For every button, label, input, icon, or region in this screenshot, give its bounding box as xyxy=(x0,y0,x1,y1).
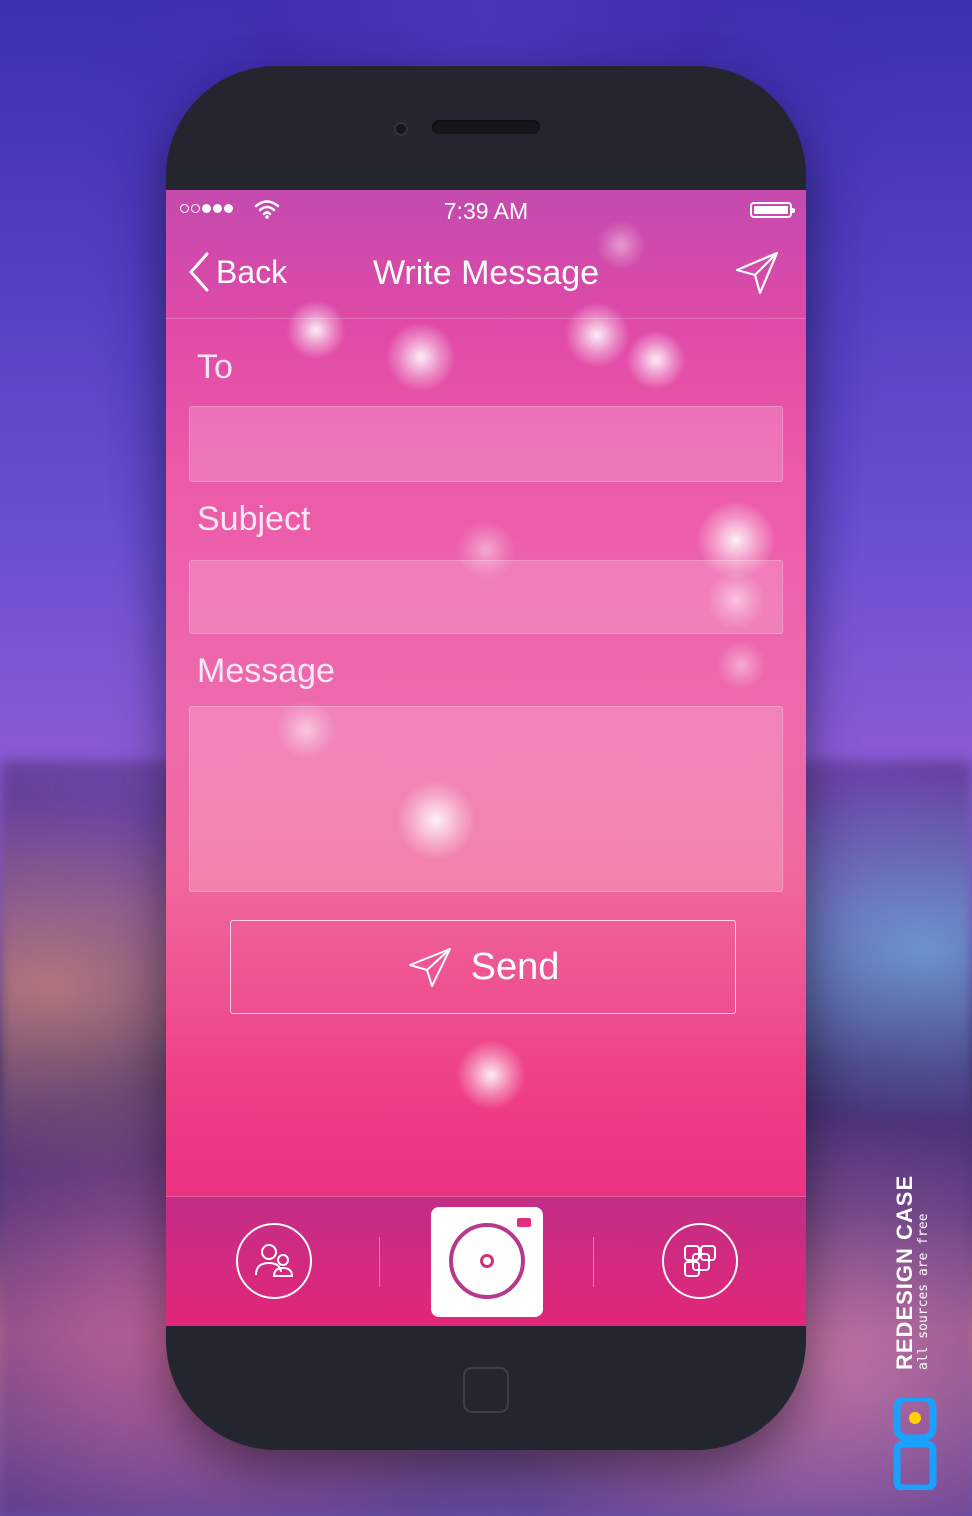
status-bar: 7:39 AM xyxy=(166,190,806,230)
redesign-case-watermark: REDESIGN CASE all sources are free xyxy=(892,1170,941,1490)
camera-button[interactable] xyxy=(431,1207,543,1317)
paper-plane-icon xyxy=(735,251,779,295)
watermark-title: REDESIGN CASE xyxy=(892,1174,917,1370)
bokeh-light xyxy=(716,640,766,690)
bokeh-light xyxy=(456,1040,526,1110)
watermark-subtitle: all sources are free xyxy=(916,1213,931,1370)
earpiece-speaker xyxy=(432,120,540,134)
home-button[interactable] xyxy=(463,1367,509,1413)
battery-icon xyxy=(750,202,795,218)
tab-divider xyxy=(593,1237,594,1287)
to-label: To xyxy=(197,348,233,386)
rc-logo-icon xyxy=(893,1398,937,1490)
subject-field[interactable] xyxy=(189,560,783,634)
message-label: Message xyxy=(197,652,335,690)
message-textarea[interactable] xyxy=(189,706,783,892)
gallery-tab[interactable] xyxy=(662,1223,738,1299)
front-camera xyxy=(394,122,408,136)
contacts-tab[interactable] xyxy=(236,1223,312,1299)
bottom-tab-bar xyxy=(166,1196,806,1326)
bokeh-light xyxy=(386,322,456,392)
subject-label: Subject xyxy=(197,500,311,538)
status-time: 7:39 AM xyxy=(443,198,529,224)
camera-flash-icon xyxy=(517,1218,531,1227)
bokeh-light xyxy=(626,330,686,390)
nav-send-button[interactable] xyxy=(734,250,780,301)
send-label: Send xyxy=(470,945,560,988)
watermark-text: REDESIGN CASE all sources are free xyxy=(892,1050,941,1370)
send-button[interactable]: Send xyxy=(230,920,736,1014)
phone-screen: 7:39 AM Back Write Message To Subject Me… xyxy=(166,190,806,1326)
camera-icon xyxy=(449,1223,525,1299)
contacts-icon xyxy=(255,1244,294,1277)
gallery-icon xyxy=(684,1245,716,1277)
navigation-bar: Back Write Message xyxy=(166,230,806,319)
to-field[interactable] xyxy=(189,406,783,482)
tab-divider xyxy=(379,1237,380,1287)
paper-plane-icon xyxy=(408,948,451,987)
page-title: Write Message xyxy=(372,254,600,292)
